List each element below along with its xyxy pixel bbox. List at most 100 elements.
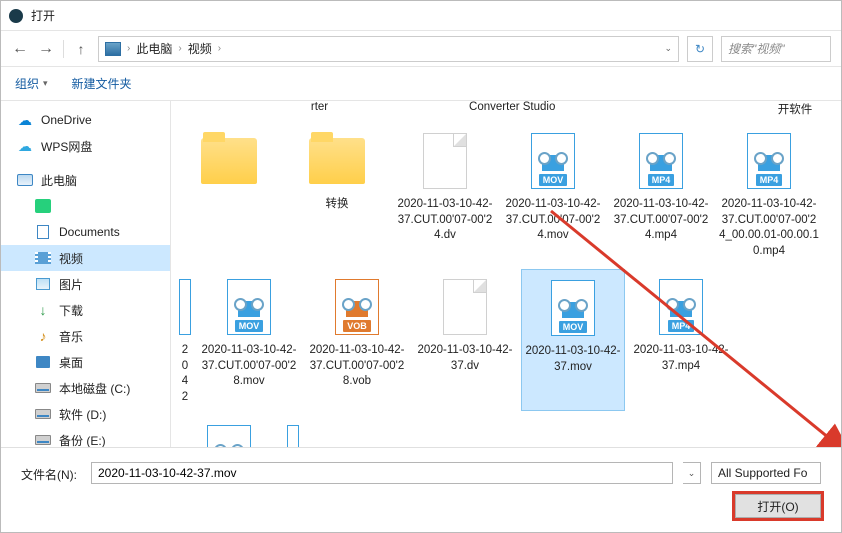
sidebar-item-label: OneDrive (41, 113, 92, 127)
sidebar-item-label: 本地磁盘 (C:) (59, 380, 130, 397)
sidebar-item-disk-c[interactable]: 本地磁盘 (C:) (1, 375, 170, 401)
breadcrumb-thispc[interactable]: 此电脑 (136, 40, 172, 57)
organize-menu[interactable]: 组织 ▾ (15, 75, 48, 92)
sidebar-item-disk-e[interactable]: 备份 (E:) (1, 427, 170, 447)
file-label: 2020-11-03-10-42-37.CUT.00'07-00'24.mp4 (611, 197, 711, 244)
chevron-right-icon: › (178, 43, 181, 54)
file-thumb: MOV (210, 275, 288, 339)
sidebar-item-green[interactable] (1, 193, 170, 219)
chevron-down-icon[interactable]: ⌄ (664, 43, 672, 54)
filename-input[interactable] (91, 462, 673, 484)
file-label: 2020-11-03-10-42-37.dv (415, 343, 515, 374)
file-label: 2020-11-03-10-42-37.mp4 (631, 343, 731, 374)
file-label: 2020-11-03-10-42-37.CUT.00'07-00'28.mov (199, 343, 299, 390)
file-label: 2020-11-03-10-42-37.mov (524, 344, 622, 375)
refresh-icon: ↻ (695, 42, 705, 56)
new-folder-label: 新建文件夹 (72, 75, 132, 92)
file-item[interactable]: VOB2020-11-03-10-42-37.CUT.00'07-00'28.v… (305, 269, 409, 411)
sidebar-item-label: 此电脑 (41, 172, 77, 189)
file-thumb (298, 129, 376, 193)
file-thumb: MOV (534, 276, 612, 340)
breadcrumb-videos[interactable]: 视频 (188, 40, 212, 57)
sidebar-item-disk-d[interactable]: 软件 (D:) (1, 401, 170, 427)
sidebar-item-downloads[interactable]: ↓ 下载 (1, 297, 170, 323)
sidebar-item-label: 软件 (D:) (59, 406, 106, 423)
sidebar-item-label: 图片 (59, 276, 83, 293)
document-icon (37, 225, 49, 239)
file-thumb: MP4 (642, 275, 720, 339)
toolbar: 组织 ▾ 新建文件夹 (1, 67, 841, 101)
filename-dropdown[interactable]: ⌄ (683, 462, 701, 484)
partial-item (562, 101, 654, 117)
file-item[interactable]: 2020-11-03-10-42-37.CUT.00'07-00'24.dv (393, 123, 497, 265)
sidebar-item-wps[interactable]: ☁ WPS网盘 (1, 133, 170, 159)
bottom-bar: 文件名(N): ⌄ All Supported Fo 打开(O) (1, 447, 841, 532)
chevron-right-icon: › (127, 43, 130, 54)
organize-label: 组织 (15, 75, 39, 92)
file-thumb (190, 129, 268, 193)
file-item[interactable]: MP42020-11-03-10-42-37.CUT.00'07-00'24_0… (717, 123, 821, 265)
file-thumb: MP4 (730, 129, 808, 193)
monitor-icon (17, 174, 33, 186)
filetype-filter[interactable]: All Supported Fo (711, 462, 821, 484)
download-icon: ↓ (35, 303, 51, 317)
file-item[interactable]: 转换 (285, 123, 389, 265)
picture-icon (36, 278, 50, 290)
file-item[interactable]: MOV 2020-11-03-10-42-37.mov (521, 269, 625, 411)
file-item[interactable] (177, 123, 281, 265)
filter-label: All Supported Fo (718, 466, 807, 480)
new-folder-button[interactable]: 新建文件夹 (72, 75, 132, 92)
file-item[interactable]: MP4 2020-11-03-10-42-37.mp4 (629, 269, 733, 411)
file-label: 转换 (326, 197, 349, 213)
partial-item-label: Converter Studio (466, 101, 558, 117)
sidebar: ☁ OneDrive ☁ WPS网盘 此电脑 Documents (1, 101, 171, 447)
filename-label: 文件名(N): (21, 466, 77, 483)
refresh-button[interactable]: ↻ (687, 36, 713, 62)
disk-icon (35, 409, 51, 419)
window-title: 打开 (31, 7, 55, 24)
sidebar-item-onedrive[interactable]: ☁ OneDrive (1, 107, 170, 133)
location-icon (105, 42, 121, 56)
up-button[interactable]: ↑ (72, 41, 90, 57)
file-label: 2020-11-03-10-42-37.CUT.00'07-00'24.dv (395, 197, 495, 244)
file-item[interactable]: MOV2020-11-03-10-42-37.CUT.00'07-00'24.m… (501, 123, 605, 265)
separator (63, 40, 64, 58)
open-button[interactable]: 打开(O) (735, 494, 821, 518)
open-button-label: 打开(O) (757, 498, 798, 515)
sidebar-item-label: 桌面 (59, 354, 83, 371)
sidebar-item-label: 视频 (59, 250, 83, 267)
file-pane[interactable]: rter Converter Studio 开软件 转换2020-11-03-1… (171, 101, 841, 447)
file-label: 2020-11-03-10-42-37.CUT.00'07-00'28.vob (307, 343, 407, 390)
sidebar-item-thispc[interactable]: 此电脑 (1, 167, 170, 193)
partial-item (370, 101, 462, 117)
nav-bar: ← → ↑ › 此电脑 › 视频 › ⌄ ↻ 搜索"视频" (1, 31, 841, 67)
chevron-right-icon: › (218, 43, 221, 54)
cloud-icon: ☁ (17, 139, 33, 153)
partial-item: 2042 (177, 269, 193, 411)
app-icon (9, 9, 23, 23)
sidebar-item-music[interactable]: ♪ 音乐 (1, 323, 170, 349)
file-thumb: MOV (514, 129, 592, 193)
sidebar-item-documents[interactable]: Documents (1, 219, 170, 245)
file-thumb: VOB (318, 275, 396, 339)
sidebar-item-videos[interactable]: 视频 (1, 245, 170, 271)
partial-item-label: 开软件 (755, 101, 835, 117)
file-item[interactable]: MP42020-11-03-10-42-37.CUT.00'07-00'24.m… (609, 123, 713, 265)
file-item[interactable]: 2020-11-03-10-42-37.dv (413, 269, 517, 411)
sidebar-item-pictures[interactable]: 图片 (1, 271, 170, 297)
sidebar-item-label: WPS网盘 (41, 138, 92, 155)
address-bar[interactable]: › 此电脑 › 视频 › ⌄ (98, 36, 679, 62)
search-input[interactable]: 搜索"视频" (721, 36, 831, 62)
sidebar-item-desktop[interactable]: 桌面 (1, 349, 170, 375)
search-placeholder: 搜索"视频" (728, 40, 785, 57)
partial-item: 2042 (285, 415, 301, 447)
music-icon: ♪ (35, 329, 51, 343)
cloud-icon: ☁ (17, 113, 33, 127)
forward-button[interactable]: → (37, 40, 55, 58)
file-thumb (426, 275, 504, 339)
sidebar-item-label: Documents (59, 225, 120, 239)
app-icon (35, 199, 51, 213)
back-button[interactable]: ← (11, 40, 29, 58)
file-item[interactable]: MOV2020-11-03-10-42-37.CUT.00'07-00'28.m… (197, 269, 301, 411)
desktop-icon (36, 356, 50, 368)
